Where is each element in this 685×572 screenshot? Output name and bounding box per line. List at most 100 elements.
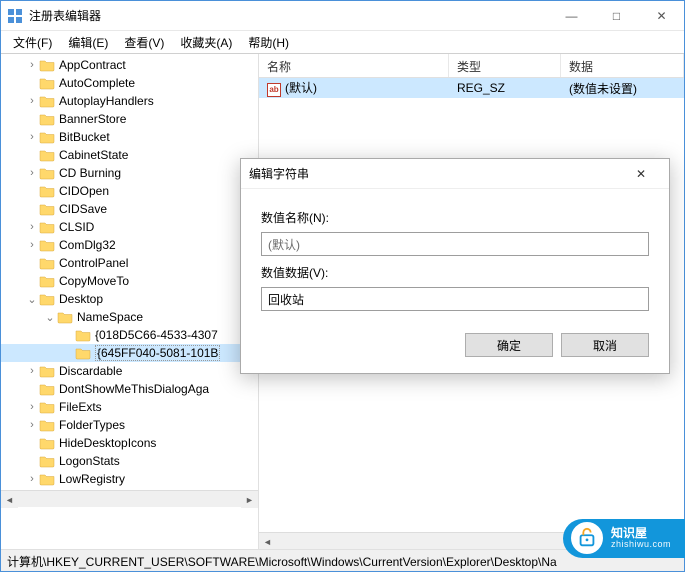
chevron-right-icon[interactable]: › <box>25 59 39 71</box>
tree-label: AutoComplete <box>59 76 135 90</box>
chevron-right-icon[interactable]: › <box>25 239 39 251</box>
list-header: 名称 类型 数据 <box>259 54 684 78</box>
chevron-right-icon[interactable]: › <box>25 419 39 431</box>
tree-node[interactable]: ControlPanel <box>1 254 258 272</box>
tree-label: LogonStats <box>59 454 120 468</box>
tree-label: FileExts <box>59 400 102 414</box>
scroll-left-button[interactable]: ◄ <box>1 491 18 508</box>
tree-node[interactable]: CopyMoveTo <box>1 272 258 290</box>
value-data-input[interactable] <box>261 287 649 311</box>
folder-icon <box>39 112 55 126</box>
tree-node[interactable]: ›LowRegistry <box>1 470 258 488</box>
tree-node[interactable]: {018D5C66-4533-4307 <box>1 326 258 344</box>
tree-label: Desktop <box>59 292 103 306</box>
chevron-right-icon[interactable]: › <box>25 131 39 143</box>
window-controls: — □ ✕ <box>549 1 684 31</box>
folder-icon <box>39 382 55 396</box>
tree-label: NameSpace <box>77 310 143 324</box>
scroll-right-button[interactable]: ► <box>241 491 258 508</box>
tree-node[interactable]: › BitBucket <box>1 128 258 146</box>
list-row[interactable]: ab(默认)REG_SZ(数值未设置) <box>259 78 684 98</box>
cell-data: (数值未设置) <box>561 78 684 99</box>
value-name-input[interactable] <box>261 232 649 256</box>
folder-icon <box>57 310 73 324</box>
tree-label: CLSID <box>59 220 94 234</box>
tree-scrollbar-horizontal[interactable]: ◄ ► <box>1 490 258 507</box>
tree-node[interactable]: › FolderTypes <box>1 416 258 434</box>
tree-node[interactable]: ⌄ NameSpace <box>1 308 258 326</box>
folder-icon <box>39 76 55 90</box>
header-name[interactable]: 名称 <box>259 54 449 77</box>
tree-node[interactable]: {645FF040-5081-101B <box>1 344 258 362</box>
dialog-titlebar[interactable]: 编辑字符串 ✕ <box>241 159 669 189</box>
status-path: 计算机\HKEY_CURRENT_USER\SOFTWARE\Microsoft… <box>7 555 557 569</box>
tree-label: CIDOpen <box>59 184 109 198</box>
tree-label: {018D5C66-4533-4307 <box>95 328 218 342</box>
folder-icon <box>39 238 55 252</box>
chevron-right-icon[interactable]: › <box>25 167 39 179</box>
watermark: 知识屋 zhishiwu.com <box>563 519 685 558</box>
tree-node[interactable]: BannerStore <box>1 110 258 128</box>
tree-node[interactable]: › Discardable <box>1 362 258 380</box>
folder-icon <box>39 454 55 468</box>
tree-node[interactable]: LogonStats <box>1 452 258 470</box>
folder-icon <box>39 58 55 72</box>
chevron-right-icon[interactable]: › <box>25 473 39 485</box>
tree-label: CIDSave <box>59 202 107 216</box>
menu-view[interactable]: 查看(V) <box>116 32 172 53</box>
tree-label: Discardable <box>59 364 122 378</box>
dialog-close-button[interactable]: ✕ <box>621 160 661 188</box>
tree-label: DontShowMeThisDialogAga <box>59 382 209 396</box>
chevron-right-icon[interactable]: › <box>25 221 39 233</box>
titlebar[interactable]: 注册表编辑器 — □ ✕ <box>1 1 684 31</box>
tree-node[interactable]: ›AutoplayHandlers <box>1 92 258 110</box>
tree-node[interactable]: DontShowMeThisDialogAga <box>1 380 258 398</box>
chevron-down-icon[interactable]: ⌄ <box>43 311 57 324</box>
minimize-button[interactable]: — <box>549 1 594 31</box>
tree-node[interactable]: ›CD Burning <box>1 164 258 182</box>
folder-icon <box>39 364 55 378</box>
menu-file[interactable]: 文件(F) <box>5 32 60 53</box>
tree-label: BitBucket <box>59 130 110 144</box>
tree-label: {645FF040-5081-101B <box>95 345 220 361</box>
tree-node[interactable]: ⌄ Desktop <box>1 290 258 308</box>
header-type[interactable]: 类型 <box>449 54 561 77</box>
tree-node[interactable]: ›ComDlg32 <box>1 236 258 254</box>
chevron-right-icon[interactable]: › <box>25 95 39 107</box>
cancel-button[interactable]: 取消 <box>561 333 649 357</box>
registry-tree: ›AppContract AutoComplete ›AutoplayHandler… <box>1 54 258 490</box>
header-data[interactable]: 数据 <box>561 54 684 77</box>
tree-panel[interactable]: ›AppContract AutoComplete ›AutoplayHandler… <box>1 54 259 549</box>
menu-help[interactable]: 帮助(H) <box>240 32 297 53</box>
menu-edit[interactable]: 编辑(E) <box>60 32 116 53</box>
tree-node[interactable]: CIDSave <box>1 200 258 218</box>
cell-name: ab(默认) <box>259 77 449 99</box>
tree-label: HideDesktopIcons <box>59 436 156 450</box>
close-button[interactable]: ✕ <box>639 1 684 31</box>
scroll-left-button[interactable]: ◄ <box>259 533 276 550</box>
tree-node[interactable]: HideDesktopIcons <box>1 434 258 452</box>
tree-node[interactable]: › CLSID <box>1 218 258 236</box>
app-icon <box>7 8 23 24</box>
tree-label: FolderTypes <box>59 418 125 432</box>
folder-icon <box>39 148 55 162</box>
tree-node[interactable]: AutoComplete <box>1 74 258 92</box>
chevron-down-icon[interactable]: ⌄ <box>25 293 39 306</box>
tree-label: CopyMoveTo <box>59 274 129 288</box>
tree-label: BannerStore <box>59 112 126 126</box>
folder-icon <box>39 130 55 144</box>
tree-node[interactable]: ›AppContract <box>1 56 258 74</box>
tree-node[interactable]: CabinetState <box>1 146 258 164</box>
folder-icon <box>39 292 55 306</box>
folder-icon <box>75 328 91 342</box>
chevron-right-icon[interactable]: › <box>25 401 39 413</box>
scroll-track[interactable] <box>18 491 241 507</box>
maximize-button[interactable]: □ <box>594 1 639 31</box>
tree-node[interactable]: › FileExts <box>1 398 258 416</box>
chevron-right-icon[interactable]: › <box>25 365 39 377</box>
ok-button[interactable]: 确定 <box>465 333 553 357</box>
folder-icon <box>39 220 55 234</box>
tree-node[interactable]: CIDOpen <box>1 182 258 200</box>
menubar: 文件(F) 编辑(E) 查看(V) 收藏夹(A) 帮助(H) <box>1 31 684 53</box>
menu-favorites[interactable]: 收藏夹(A) <box>172 32 240 53</box>
